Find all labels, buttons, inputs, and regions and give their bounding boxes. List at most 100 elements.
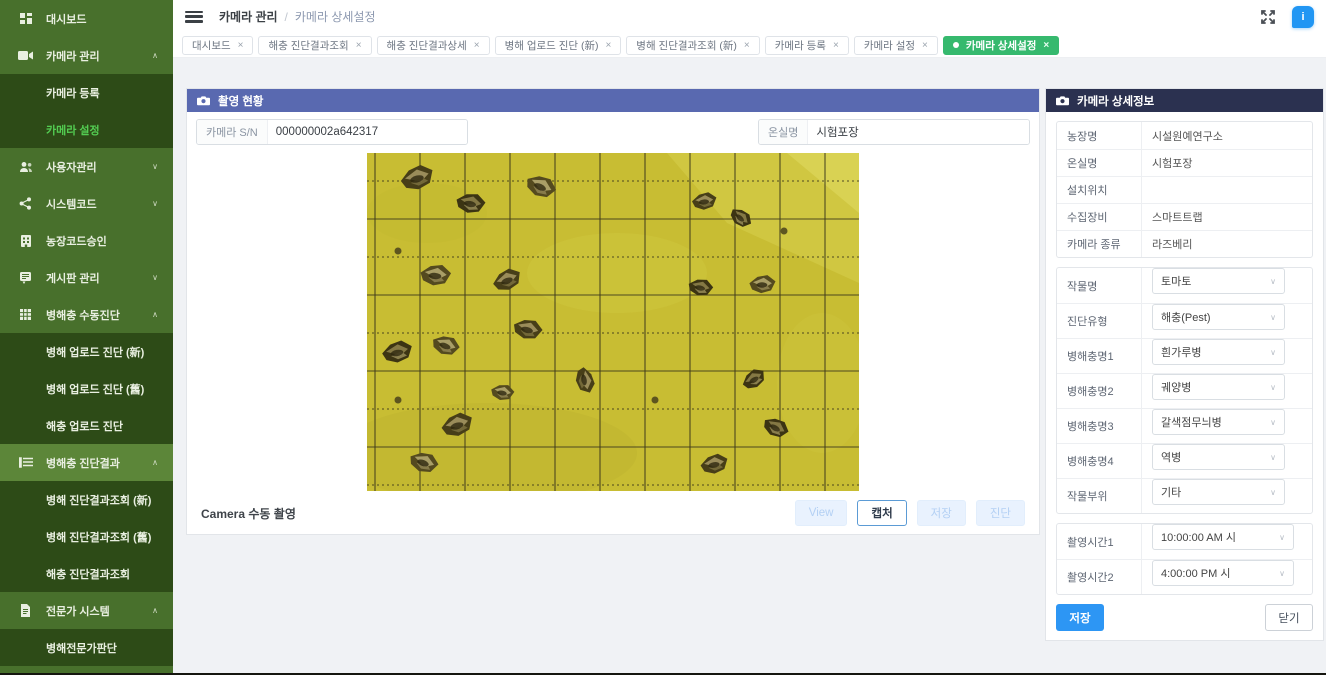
farm-code-icon bbox=[17, 234, 34, 248]
save-button[interactable]: 저장 bbox=[1056, 604, 1104, 631]
chevron-down-icon: ∨ bbox=[152, 162, 158, 171]
camera-icon bbox=[197, 95, 210, 106]
sidebar-item-병해업로드진단[interactable]: 병해 업로드 진단 (新) bbox=[0, 333, 173, 370]
expert-system-icon bbox=[17, 604, 34, 618]
sidebar-item-전문가시스템[interactable]: 전문가 시스템∧ bbox=[0, 592, 173, 629]
tab-close-icon[interactable]: × bbox=[922, 40, 928, 51]
greenhouse-name-input[interactable] bbox=[808, 120, 1029, 144]
field-value bbox=[1142, 177, 1152, 203]
tab-close-icon[interactable]: × bbox=[833, 40, 839, 51]
chevron-up-icon: ∧ bbox=[152, 458, 158, 467]
dashboard-icon bbox=[17, 12, 34, 26]
sidebar-item-사용자관리[interactable]: 사용자관리∨ bbox=[0, 148, 173, 185]
chevron-down-icon: ∨ bbox=[1270, 313, 1276, 322]
chevron-down-icon: ∨ bbox=[1279, 569, 1285, 578]
tab-해충진단결과조회[interactable]: 해충 진단결과조회× bbox=[258, 36, 371, 55]
selected-value: 흰가루병 bbox=[1161, 344, 1201, 360]
fullscreen-icon[interactable] bbox=[1260, 9, 1276, 25]
sidebar-item-label: 대시보드 bbox=[46, 11, 86, 27]
촬영시간1-select[interactable]: 10:00:00 AM 시∨ bbox=[1152, 524, 1294, 550]
캡처-button[interactable]: 캡처 bbox=[857, 500, 906, 526]
sidebar-item-병해충진단결과[interactable]: 병해충 진단결과 ∧ bbox=[0, 444, 173, 481]
sidebar-item-병해진단결과조회[interactable]: 병해 진단결과조회 (新) bbox=[0, 481, 173, 518]
chevron-down-icon: ∨ bbox=[1270, 453, 1276, 462]
sidebar-item-병해충수동진단[interactable]: 병해충 수동진단∧ bbox=[0, 296, 173, 333]
field-label: 병해충명2 bbox=[1057, 374, 1142, 408]
system-code-icon bbox=[17, 197, 34, 211]
진단유형-select[interactable]: 해충(Pest)∨ bbox=[1152, 304, 1285, 330]
작물명-select[interactable]: 토마토∨ bbox=[1152, 268, 1285, 294]
tab-close-icon[interactable]: × bbox=[605, 40, 611, 51]
sidebar-item-label: 해충 진단결과조회 bbox=[46, 566, 130, 582]
sidebar-item-병해진단결과조회[interactable]: 병해 진단결과조회 (舊) bbox=[0, 518, 173, 555]
camera-sn-input[interactable] bbox=[268, 120, 467, 144]
detail-row-촬영시간1: 촬영시간110:00:00 AM 시∨ bbox=[1057, 524, 1312, 559]
chevron-down-icon: ∨ bbox=[152, 273, 158, 282]
저장-button[interactable]: 저장 bbox=[917, 500, 966, 526]
tab-close-icon[interactable]: × bbox=[474, 40, 480, 51]
field-value: 라즈베리 bbox=[1142, 231, 1192, 257]
sidebar-item-농장코드승인[interactable]: 농장코드승인 bbox=[0, 222, 173, 259]
field-label: 카메라 종류 bbox=[1057, 231, 1142, 257]
촬영시간2-select[interactable]: 4:00:00 PM 시∨ bbox=[1152, 560, 1294, 586]
sidebar-item-해충업로드진단[interactable]: 해충 업로드 진단 bbox=[0, 407, 173, 444]
sidebar-item-병해전문가판단[interactable]: 병해전문가판단 bbox=[0, 629, 173, 666]
tab-카메라상세설정[interactable]: 카메라 상세설정 × bbox=[943, 36, 1059, 55]
detail-row-카메라종류: 카메라 종류라즈베리 bbox=[1057, 230, 1312, 257]
camera-manage-icon bbox=[17, 49, 34, 63]
sidebar-item-label: 카메라 등록 bbox=[46, 85, 100, 101]
진단-button[interactable]: 진단 bbox=[976, 500, 1025, 526]
tab-close-icon[interactable]: × bbox=[744, 40, 750, 51]
작물부위-select[interactable]: 기타∨ bbox=[1152, 479, 1285, 505]
tab-대시보드[interactable]: 대시보드 × bbox=[182, 36, 253, 55]
detail-row-농장명: 농장명시설원예연구소 bbox=[1057, 122, 1312, 149]
병해충명2-select[interactable]: 궤양병∨ bbox=[1152, 374, 1285, 400]
chevron-down-icon: ∨ bbox=[1270, 418, 1276, 427]
field-label: 진단유형 bbox=[1057, 304, 1142, 338]
tab-label: 해충 진단결과상세 bbox=[387, 38, 467, 53]
tab-close-icon[interactable]: × bbox=[1043, 40, 1049, 51]
sidebar-item-label: 병해 업로드 진단 (舊) bbox=[46, 381, 144, 397]
board-manage-icon bbox=[17, 271, 34, 285]
tab-label: 카메라 설정 bbox=[864, 38, 915, 53]
chevron-up-icon: ∧ bbox=[152, 606, 158, 615]
sidebar-item-카메라관리[interactable]: 카메라 관리∧ bbox=[0, 37, 173, 74]
sidebar-item-카메라설정[interactable]: 카메라 설정 bbox=[0, 111, 173, 148]
chat-notification-icon[interactable]: i bbox=[1292, 6, 1314, 28]
병해충명1-select[interactable]: 흰가루병∨ bbox=[1152, 339, 1285, 365]
tab-close-icon[interactable]: × bbox=[356, 40, 362, 51]
detail-row-진단유형: 진단유형 해충(Pest)∨ bbox=[1057, 303, 1312, 338]
tab-해충진단결과상세[interactable]: 해충 진단결과상세 × bbox=[377, 36, 490, 55]
chevron-down-icon: ∨ bbox=[152, 199, 158, 208]
sidebar-item-카메라등록[interactable]: 카메라 등록 bbox=[0, 74, 173, 111]
breadcrumb-section: 카메라 관리 bbox=[219, 8, 278, 25]
tab-label: 카메라 등록 bbox=[775, 38, 826, 53]
tab-label: 대시보드 bbox=[192, 38, 231, 53]
diagnosis-result-icon bbox=[17, 456, 34, 470]
tab-병해업로드진단[interactable]: 병해 업로드 진단 (新)× bbox=[495, 36, 622, 55]
tab-병해진단결과조회[interactable]: 병해 진단결과조회 (新)× bbox=[626, 36, 759, 55]
병해충명4-select[interactable]: 역병∨ bbox=[1152, 444, 1285, 470]
tab-label: 카메라 상세설정 bbox=[966, 38, 1037, 53]
sidebar-item-대시보드[interactable]: 대시보드 bbox=[0, 0, 173, 37]
detail-row-온실명: 온실명시험포장 bbox=[1057, 149, 1312, 176]
field-label: 수집장비 bbox=[1057, 204, 1142, 230]
tab-close-icon[interactable]: × bbox=[238, 40, 244, 51]
field-label: 촬영시간2 bbox=[1057, 560, 1142, 594]
camera-sn-group: 카메라 S/N bbox=[196, 119, 468, 145]
sidebar-item-시스템코드[interactable]: 시스템코드∨ bbox=[0, 185, 173, 222]
field-value: 시설원예연구소 bbox=[1142, 122, 1223, 149]
sidebar-item-게시판관리[interactable]: 게시판 관리∨ bbox=[0, 259, 173, 296]
tab-카메라등록[interactable]: 카메라 등록 × bbox=[765, 36, 849, 55]
sidebar-item-label: 병해 업로드 진단 (新) bbox=[46, 344, 144, 360]
close-button[interactable]: 닫기 bbox=[1265, 604, 1313, 631]
tab-카메라설정[interactable]: 카메라 설정 × bbox=[854, 36, 938, 55]
sidebar-item-해충진단결과조회[interactable]: 해충 진단결과조회 bbox=[0, 555, 173, 592]
detail-row-작물명: 작물명토마토∨ bbox=[1057, 268, 1312, 303]
병해충명3-select[interactable]: 갈색점무늬병∨ bbox=[1152, 409, 1285, 435]
sidebar-item-병해업로드진단[interactable]: 병해 업로드 진단 (舊) bbox=[0, 370, 173, 407]
sidebar-item-label: 병해충 진단결과 bbox=[46, 455, 120, 471]
selected-value: 기타 bbox=[1161, 484, 1181, 500]
view-button[interactable]: View bbox=[795, 500, 848, 526]
menu-toggle-icon[interactable] bbox=[185, 11, 203, 23]
